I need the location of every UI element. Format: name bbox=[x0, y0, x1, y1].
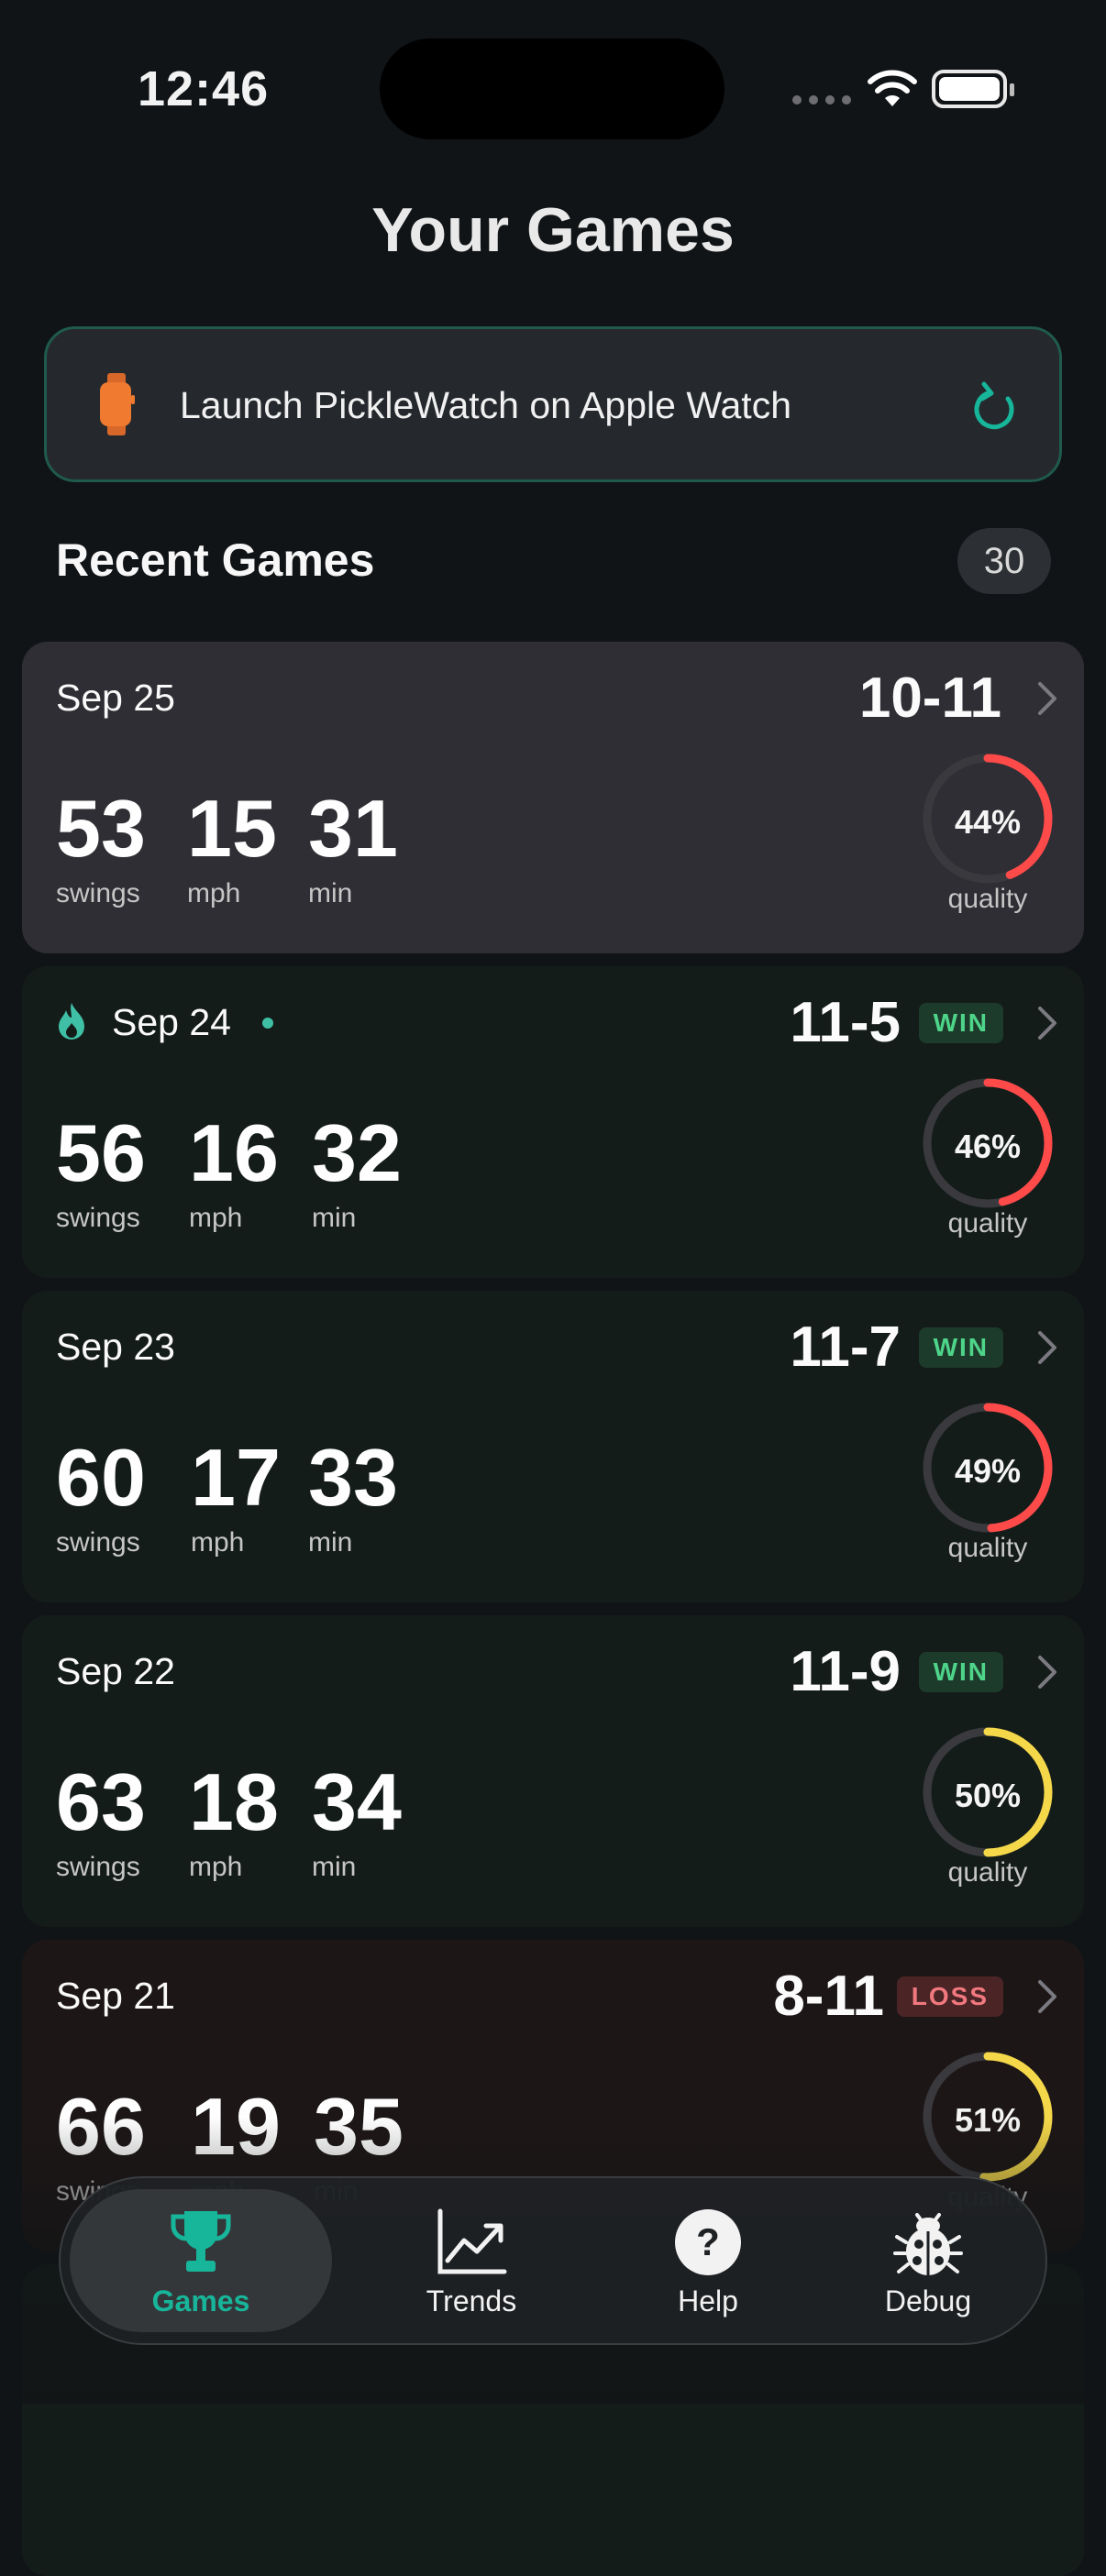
launch-watch-banner[interactable]: Launch PickleWatch on Apple Watch bbox=[44, 326, 1062, 482]
speed-stat: 16 mph bbox=[189, 1107, 279, 1234]
quality-label: quality bbox=[947, 1857, 1028, 1888]
duration-stat: 32 min bbox=[312, 1107, 402, 1234]
result-badge: WIN bbox=[918, 1652, 1003, 1692]
question-icon: ? bbox=[675, 2209, 741, 2275]
game-date: Sep 25 bbox=[56, 677, 175, 719]
refresh-icon[interactable] bbox=[971, 380, 1019, 434]
tab-bar: Games Trends ? Help Debug bbox=[59, 2176, 1047, 2345]
status-time: 12:46 bbox=[138, 61, 270, 116]
tab-label: Trends bbox=[426, 2284, 517, 2317]
game-score: 8-11 bbox=[773, 1965, 884, 2028]
quality-label: quality bbox=[947, 884, 1028, 914]
page-title: Your Games bbox=[371, 195, 735, 265]
chevron-right-icon bbox=[1038, 1331, 1056, 1364]
swings-stat: 56 swings bbox=[56, 1107, 146, 1234]
result-badge: LOSS bbox=[896, 1976, 1003, 2017]
tab-games[interactable]: Games bbox=[70, 2189, 332, 2332]
game-date: Sep 22 bbox=[56, 1650, 175, 1692]
duration-stat: 31 min bbox=[308, 783, 398, 909]
game-score: 11-9 bbox=[790, 1640, 901, 1703]
wifi-icon bbox=[868, 70, 917, 106]
game-date: Sep 23 bbox=[56, 1326, 175, 1368]
tab-debug[interactable]: Debug bbox=[836, 2178, 1020, 2343]
apple-watch-icon bbox=[100, 373, 135, 435]
new-indicator-dot bbox=[262, 1018, 273, 1029]
result-badge: WIN bbox=[918, 1003, 1003, 1043]
speed-stat: 18 mph bbox=[189, 1756, 279, 1883]
launch-banner-text: Launch PickleWatch on Apple Watch bbox=[180, 384, 791, 426]
duration-stat: 34 min bbox=[312, 1756, 402, 1883]
game-score: 11-5 bbox=[790, 991, 901, 1054]
tab-label: Debug bbox=[884, 2284, 972, 2317]
result-badge: WIN bbox=[918, 1327, 1003, 1368]
speed-stat: 15 mph bbox=[187, 783, 277, 909]
dynamic-island bbox=[380, 39, 724, 139]
game-card[interactable]: Sep 23 11-7 WIN 60 swings 17 mph 33 min 49%… bbox=[22, 1291, 1084, 1602]
games-count-badge: 30 bbox=[957, 528, 1051, 594]
bug-icon bbox=[893, 2213, 963, 2275]
quality-label: quality bbox=[947, 1208, 1028, 1238]
trophy-icon bbox=[171, 2211, 231, 2272]
game-card[interactable]: Sep 22 11-9 WIN 63 swings 18 mph 34 min 50%… bbox=[22, 1615, 1084, 1927]
speed-stat: 17 mph bbox=[191, 1432, 281, 1558]
tab-label: Help bbox=[678, 2284, 738, 2317]
game-date: Sep 24 bbox=[112, 1001, 231, 1043]
quality-percent: 46% bbox=[954, 1128, 1022, 1165]
recent-games-title: Recent Games bbox=[56, 534, 375, 586]
quality-percent: 50% bbox=[954, 1777, 1022, 1814]
svg-text:?: ? bbox=[696, 2220, 720, 2263]
game-card[interactable]: Sep 24 11-5 WIN 56 swings 16 mph 32 min 46%… bbox=[22, 966, 1084, 1278]
tab-help[interactable]: ? Help bbox=[616, 2178, 800, 2343]
swings-stat: 63 swings bbox=[56, 1756, 146, 1883]
quality-label: quality bbox=[947, 1533, 1028, 1563]
tab-trends[interactable]: Trends bbox=[380, 2178, 563, 2343]
game-score: 11-7 bbox=[790, 1316, 901, 1379]
quality-percent: 44% bbox=[954, 803, 1022, 841]
battery-icon bbox=[932, 70, 1014, 108]
swings-stat: 60 swings bbox=[56, 1432, 146, 1558]
quality-percent: 49% bbox=[954, 1452, 1022, 1490]
game-score: 10-11 bbox=[858, 666, 1001, 730]
chevron-right-icon bbox=[1038, 1980, 1056, 2013]
chevron-right-icon bbox=[1038, 682, 1056, 715]
status-bar: 12:46 bbox=[0, 0, 1106, 183]
chevron-right-icon bbox=[1038, 1007, 1056, 1040]
chart-trend-icon bbox=[437, 2208, 507, 2274]
swings-stat: 53 swings bbox=[56, 783, 146, 909]
duration-stat: 33 min bbox=[308, 1432, 398, 1558]
cellular-signal-icon bbox=[792, 95, 851, 105]
game-card[interactable]: Sep 25 10-11 53 swings 15 mph 31 min 44% qu… bbox=[22, 642, 1084, 953]
flame-icon bbox=[59, 1003, 84, 1040]
tab-label: Games bbox=[151, 2284, 250, 2317]
chevron-right-icon bbox=[1038, 1656, 1056, 1689]
game-date: Sep 21 bbox=[56, 1975, 175, 2017]
